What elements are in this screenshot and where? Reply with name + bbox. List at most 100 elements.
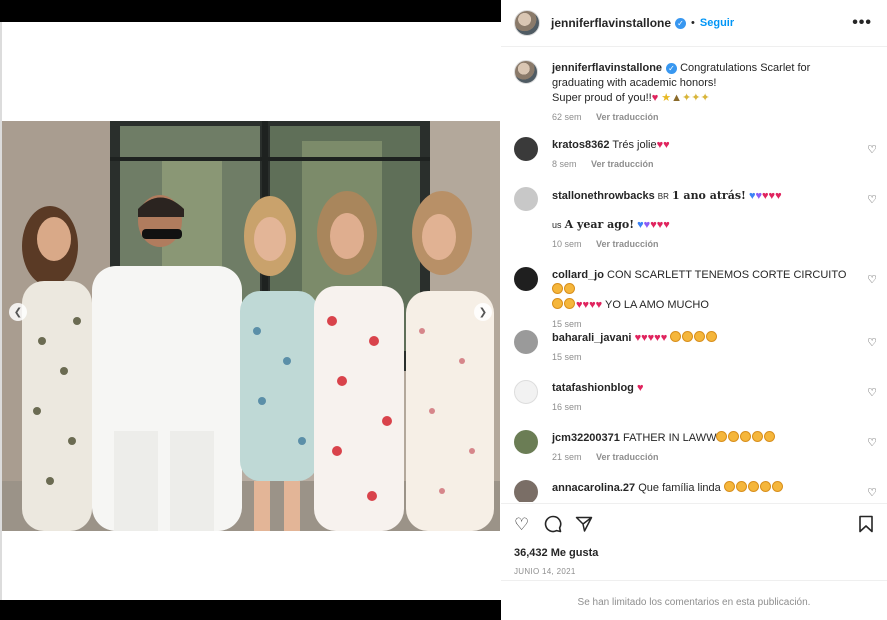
- comment-text: Trés jolie: [612, 139, 657, 151]
- comment-body: jcm32200371 FATHER IN LAWW 21 sem Ver tr…: [552, 431, 852, 465]
- heart-eyes-face-icon: [747, 481, 759, 492]
- post-author-username[interactable]: jenniferflavinstallone ✓: [551, 16, 687, 30]
- avatar[interactable]: [514, 267, 538, 291]
- red-heart-icon: ♥♥♥♥: [576, 299, 603, 311]
- comment-text-2: YO LA AMO MUCHO: [604, 299, 709, 311]
- comments-limited-notice: Se han limitado los comentarios en esta …: [501, 580, 887, 620]
- heart-icon[interactable]: ♡: [514, 515, 529, 535]
- like-comment-heart-icon[interactable]: ♡: [867, 486, 877, 499]
- post-photo[interactable]: [2, 121, 500, 531]
- follow-button[interactable]: Seguir: [700, 17, 734, 29]
- caption-text-2: Super proud of you!!: [552, 92, 652, 104]
- laughing-face-icon: [716, 431, 728, 442]
- comment-body: tatafashionblog ♥ 16 sem: [552, 381, 852, 415]
- timestamp: 8 sem: [552, 159, 577, 169]
- comment-body: kratos8362 Trés jolie♥♥ 8 sem Ver traduc…: [552, 138, 852, 172]
- chevron-right-icon: ❯: [478, 306, 488, 318]
- comment-username[interactable]: stallonethrowbacks: [552, 190, 655, 202]
- comment-meta: 15 sem: [552, 350, 852, 365]
- comments-list[interactable]: jenniferflavinstallone ✓ Congratulations …: [501, 47, 887, 502]
- post-date: JUNIO 14, 2021: [514, 567, 576, 576]
- avatar[interactable]: [514, 480, 538, 502]
- comment-body: annacarolina.27 Que família linda: [552, 481, 852, 496]
- red-heart-icon: ♥♥: [656, 139, 670, 151]
- username-text[interactable]: jenniferflavinstallone: [551, 16, 671, 30]
- comment-username[interactable]: baharali_javani: [552, 332, 632, 344]
- comment-body: baharali_javani ♥♥♥♥♥ 15 sem: [552, 331, 852, 365]
- avatar[interactable]: [514, 137, 538, 161]
- translate-link[interactable]: Ver traducción: [596, 452, 659, 462]
- caption-username[interactable]: jenniferflavinstallone: [552, 62, 662, 74]
- avatar[interactable]: [514, 430, 538, 454]
- share-icon[interactable]: [575, 515, 593, 538]
- avatar[interactable]: [514, 187, 538, 211]
- heart-eyes-face-icon: [723, 481, 735, 492]
- post-side-panel: jenniferflavinstallone ✓ • Seguir ••• jen…: [501, 0, 887, 620]
- comment-text: CON SCARLETT TENEMOS CORTE CIRCUITO: [607, 269, 847, 281]
- translate-link[interactable]: Ver traducción: [591, 159, 654, 169]
- avatar[interactable]: [514, 380, 538, 404]
- timestamp: 15 sem: [552, 352, 582, 362]
- red-heart-icon: ♥♥♥♥♥: [634, 332, 668, 344]
- like-comment-heart-icon[interactable]: ♡: [867, 193, 877, 206]
- timestamp: 62 sem: [552, 112, 582, 122]
- comment-username[interactable]: kratos8362: [552, 139, 610, 151]
- like-count[interactable]: 36,432 Me gusta: [514, 547, 598, 559]
- comment-body: stallonethrowbacks BR 1 ano atrás! ♥♥♥ ♥♥…: [552, 188, 852, 252]
- laughing-face-icon: [564, 298, 575, 309]
- like-comment-heart-icon[interactable]: ♡: [867, 273, 877, 286]
- avatar[interactable]: [514, 330, 538, 354]
- comment-body: collard_jo CON SCARLETT TENEMOS CORTE CI…: [552, 268, 852, 332]
- like-comment-heart-icon[interactable]: ♡: [867, 143, 877, 156]
- laughing-face-icon: [564, 283, 575, 294]
- post-header: jenniferflavinstallone ✓ • Seguir •••: [501, 0, 887, 47]
- comment-username[interactable]: collard_jo: [552, 269, 604, 281]
- timestamp: 10 sem: [552, 239, 582, 249]
- media-bottom-letterbox: [0, 600, 501, 620]
- laughing-face-icon: [728, 431, 740, 442]
- comment-text: 1 ano atrás!: [671, 189, 746, 202]
- verified-badge-icon: ✓: [666, 62, 678, 74]
- heart-eyes-face-icon: [735, 481, 747, 492]
- heart-eyes-face-icon: [759, 481, 771, 492]
- sparkles-icon: ✦✦✦: [682, 92, 710, 104]
- media-top-letterbox: [0, 0, 501, 22]
- post-media: ❮ ❯: [0, 0, 501, 620]
- bookmark-icon[interactable]: [858, 515, 874, 538]
- comment-text: FATHER IN LAWW: [622, 432, 717, 444]
- more-options-icon[interactable]: •••: [852, 14, 872, 32]
- laughing-face-icon: [764, 431, 776, 442]
- caption-meta: 62 sem Ver traducción: [552, 110, 852, 125]
- red-heart-icon: ♥: [651, 92, 659, 104]
- country-flag-br: BR: [657, 192, 669, 201]
- comment-username[interactable]: tatafashionblog: [552, 382, 634, 394]
- comment-text-2: A year ago!: [564, 218, 635, 231]
- comment-meta: 16 sem: [552, 400, 852, 415]
- caption-body: jenniferflavinstallone ✓ Congratulations …: [552, 61, 852, 125]
- like-comment-heart-icon[interactable]: ♡: [867, 436, 877, 449]
- party-popper-icon: ▲: [671, 92, 683, 104]
- translate-link[interactable]: Ver traducción: [596, 112, 659, 122]
- chevron-left-icon: ❮: [13, 306, 23, 318]
- heart-eyes-face-icon: [694, 331, 706, 342]
- comment-username[interactable]: jcm32200371: [552, 432, 620, 444]
- comment-meta: 15 sem: [552, 317, 852, 332]
- comment-icon[interactable]: [544, 515, 562, 538]
- like-comment-heart-icon[interactable]: ♡: [867, 386, 877, 399]
- heart-eyes-face-icon: [706, 331, 718, 342]
- star-icon: ★: [661, 92, 672, 104]
- heart-eyes-face-icon: [682, 331, 694, 342]
- carousel-next-button[interactable]: ❯: [474, 303, 492, 321]
- comment-meta: 10 sem Ver traducción: [552, 237, 852, 252]
- red-heart-icon: ♥♥♥: [650, 219, 670, 231]
- like-comment-heart-icon[interactable]: ♡: [867, 336, 877, 349]
- timestamp: 21 sem: [552, 452, 582, 462]
- verified-badge-icon: ✓: [675, 18, 687, 30]
- translate-link[interactable]: Ver traducción: [596, 239, 659, 249]
- carousel-prev-button[interactable]: ❮: [9, 303, 27, 321]
- comment-username[interactable]: annacarolina.27: [552, 482, 635, 494]
- red-heart-icon: ♥: [636, 382, 644, 394]
- avatar[interactable]: [514, 60, 538, 84]
- avatar[interactable]: [514, 10, 540, 36]
- comment-text: Que família linda: [638, 482, 721, 494]
